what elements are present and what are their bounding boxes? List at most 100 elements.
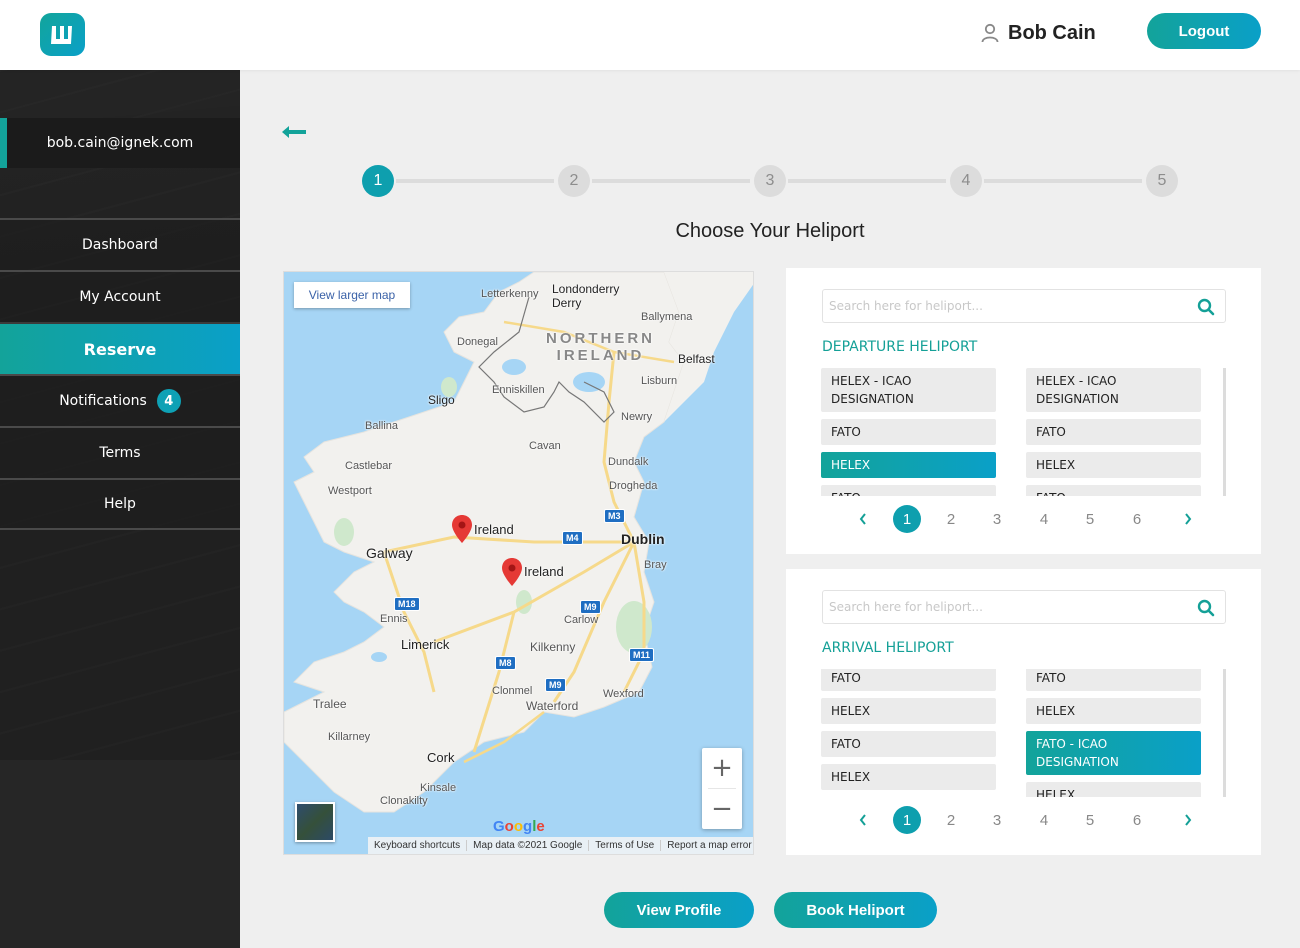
city-label: Lisburn xyxy=(641,375,678,387)
keyboard-shortcuts-link[interactable]: Keyboard shortcuts xyxy=(368,840,468,851)
step-4[interactable]: 4 xyxy=(950,165,982,197)
heliport-option[interactable]: FATO xyxy=(1026,419,1201,445)
zoom-out-button[interactable]: − xyxy=(702,789,742,829)
terms-of-use-link[interactable]: Terms of Use xyxy=(589,840,662,851)
road-shield: M4 xyxy=(562,531,583,545)
view-larger-map-link[interactable]: View larger map xyxy=(294,282,410,308)
city-label: Wexford xyxy=(603,688,644,700)
road-shield: M18 xyxy=(394,597,420,611)
heliport-option[interactable]: HELEX xyxy=(1026,782,1201,797)
city-label: Newry xyxy=(621,411,653,423)
departure-search-box xyxy=(822,289,1226,323)
step-1[interactable]: 1 xyxy=(362,165,394,197)
sidebar-item-label: Help xyxy=(104,496,136,512)
user-info[interactable]: Bob Cain xyxy=(980,18,1096,48)
arrival-heliport-panel: ARRIVAL HELIPORT FATO HELEX FATO HELEX F… xyxy=(786,569,1261,855)
arrival-search-box xyxy=(822,590,1226,624)
search-icon[interactable] xyxy=(1197,599,1215,617)
page-3[interactable]: 3 xyxy=(983,806,1011,834)
step-connector xyxy=(788,179,946,183)
sidebar-item-my-account[interactable]: My Account xyxy=(0,270,240,322)
region-line-1: NORTHERN xyxy=(546,330,655,347)
heliport-option[interactable]: HELEX - ICAO DESIGNATION xyxy=(1026,368,1201,412)
user-email: bob.cain@ignek.com xyxy=(46,135,194,151)
step-2[interactable]: 2 xyxy=(558,165,590,197)
sidebar-item-notifications[interactable]: Notifications 4 xyxy=(0,374,240,426)
pin-label: Ireland xyxy=(524,564,564,579)
app-logo[interactable] xyxy=(40,13,85,56)
sidebar-item-label: Terms xyxy=(99,445,141,461)
arrival-search-input[interactable] xyxy=(823,591,1193,623)
heliport-option[interactable]: HELEX xyxy=(1026,698,1201,724)
step-3[interactable]: 3 xyxy=(754,165,786,197)
user-name: Bob Cain xyxy=(1008,21,1096,44)
heliport-option[interactable]: FATO xyxy=(821,669,996,691)
heliport-option[interactable]: HELEX xyxy=(821,764,996,790)
city-label: Letterkenny xyxy=(481,288,539,300)
map-pin-marker[interactable] xyxy=(451,514,473,544)
sidebar-item-label: Dashboard xyxy=(82,237,158,253)
sidebar-item-help[interactable]: Help xyxy=(0,478,240,530)
departure-search-input[interactable] xyxy=(823,290,1193,322)
city-label: Donegal xyxy=(457,336,498,348)
heliport-option[interactable]: FATO xyxy=(1026,485,1201,496)
heliport-option[interactable]: FATO xyxy=(821,419,996,445)
back-button[interactable] xyxy=(280,122,308,142)
city-label: Ballymena xyxy=(641,311,693,323)
departure-pagination: 1 2 3 4 5 6 xyxy=(849,505,1199,533)
page-4[interactable]: 4 xyxy=(1030,806,1058,834)
heliport-option[interactable]: FATO xyxy=(821,485,996,496)
book-heliport-button[interactable]: Book Heliport xyxy=(774,892,937,928)
page-1[interactable]: 1 xyxy=(893,806,921,834)
step-5[interactable]: 5 xyxy=(1146,165,1178,197)
page-1[interactable]: 1 xyxy=(893,505,921,533)
page-6[interactable]: 6 xyxy=(1123,806,1151,834)
page-5[interactable]: 5 xyxy=(1076,806,1104,834)
page-4[interactable]: 4 xyxy=(1030,505,1058,533)
map-pin-marker[interactable] xyxy=(501,557,523,587)
zoom-in-button[interactable]: + xyxy=(702,748,742,788)
region-line-2: IRELAND xyxy=(556,347,645,364)
page-6[interactable]: 6 xyxy=(1123,505,1151,533)
pagination-next-button[interactable] xyxy=(1174,806,1202,834)
heliport-option-selected[interactable]: FATO - ICAO DESIGNATION xyxy=(1026,731,1201,775)
w-logo-icon xyxy=(50,25,72,44)
report-map-error-link[interactable]: Report a map error xyxy=(661,840,753,851)
map-embed[interactable]: View larger map NORTHERN IRELAND Letterk… xyxy=(283,271,754,855)
heliport-option[interactable]: HELEX - ICAO DESIGNATION xyxy=(821,368,996,412)
heliport-option-selected[interactable]: HELEX xyxy=(821,452,996,478)
page-2[interactable]: 2 xyxy=(937,806,965,834)
heliport-list-column: HELEX - ICAO DESIGNATION FATO HELEX FATO xyxy=(1026,368,1201,496)
logout-button[interactable]: Logout xyxy=(1147,13,1261,49)
city-label: Ennis xyxy=(380,613,408,625)
view-profile-button[interactable]: View Profile xyxy=(604,892,754,928)
arrival-list-scrollbar[interactable] xyxy=(1223,669,1226,797)
chevron-left-icon xyxy=(859,814,866,826)
city-label: Drogheda xyxy=(609,480,658,492)
page-title: Choose Your Heliport xyxy=(675,220,865,242)
satellite-view-toggle[interactable] xyxy=(295,802,335,842)
city-label: Bray xyxy=(644,559,667,571)
heliport-option[interactable]: FATO xyxy=(1026,669,1201,691)
page-5[interactable]: 5 xyxy=(1076,505,1104,533)
page-2[interactable]: 2 xyxy=(937,505,965,533)
sidebar-item-terms[interactable]: Terms xyxy=(0,426,240,478)
pagination-prev-button[interactable] xyxy=(849,505,877,533)
sidebar-item-dashboard[interactable]: Dashboard xyxy=(0,218,240,270)
person-icon xyxy=(980,23,1000,43)
heliport-option[interactable]: FATO xyxy=(821,731,996,757)
heliport-option[interactable]: HELEX xyxy=(821,698,996,724)
sidebar-item-label: Notifications xyxy=(59,393,147,409)
pagination-next-button[interactable] xyxy=(1174,505,1202,533)
arrival-heliport-title: ARRIVAL HELIPORT xyxy=(822,640,954,656)
heliport-option[interactable]: HELEX xyxy=(1026,452,1201,478)
city-label: Galway xyxy=(366,545,413,561)
pagination-prev-button[interactable] xyxy=(849,806,877,834)
city-label: Londonderry xyxy=(552,282,620,296)
map-pin-icon xyxy=(502,558,522,586)
search-icon[interactable] xyxy=(1197,298,1215,316)
city-label: Carlow xyxy=(564,614,599,626)
page-3[interactable]: 3 xyxy=(983,505,1011,533)
departure-list-scrollbar[interactable] xyxy=(1223,368,1226,496)
sidebar-item-reserve[interactable]: Reserve xyxy=(0,322,240,374)
